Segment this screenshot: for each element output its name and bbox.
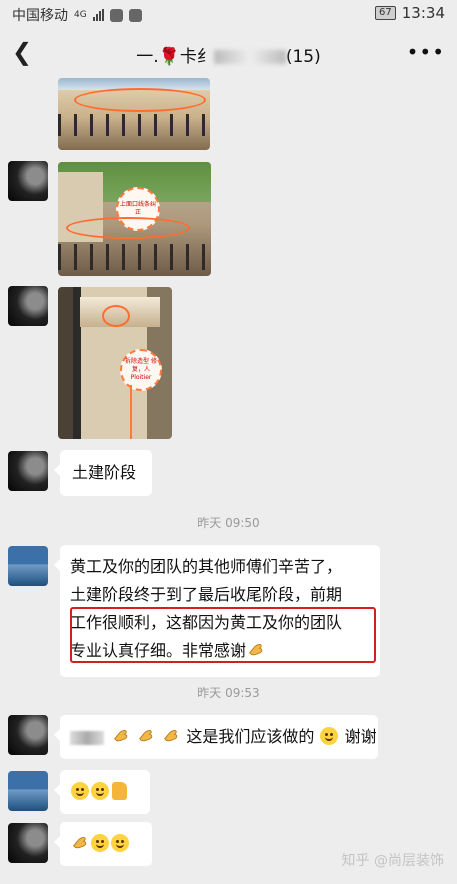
highlight-box xyxy=(70,607,376,663)
smile-emoji-icon xyxy=(71,782,89,800)
chat-title: 一.🌹卡纟 (15) xyxy=(0,42,457,67)
sender-avatar[interactable] xyxy=(8,286,48,326)
sender-avatar[interactable] xyxy=(8,161,48,201)
network-label: 4G xyxy=(74,10,87,20)
status-bar: 中国移动 4G 67 13:34 xyxy=(0,0,457,28)
status-left: 中国移动 4G xyxy=(12,5,142,25)
app-icon-1 xyxy=(109,8,123,22)
smile-emoji-icon xyxy=(320,727,339,745)
watermark: 知乎 @尚层装饰 xyxy=(341,853,444,869)
clap-emoji-icon xyxy=(162,726,180,744)
message-bubble-reply[interactable]: 这是我们应该做的 谢谢 xyxy=(54,715,378,759)
smile-emoji-icon xyxy=(91,782,109,800)
message-list[interactable]: 上面口线条纠正 拆除造型 修复，人 Ploitier 土建阶段 昨天 09:50… xyxy=(0,78,457,884)
message-bubble-emojis[interactable] xyxy=(54,770,150,814)
chat-title-bar: ❮ 一.🌹卡纟 (15) ••• xyxy=(0,28,457,78)
chat-title-count: (15) xyxy=(285,47,321,67)
message-timestamp: 昨天 09:53 xyxy=(197,686,260,700)
clap-emoji-icon xyxy=(112,726,130,744)
message-timestamp: 昨天 09:50 xyxy=(197,516,260,530)
image-annotation-2: 拆除造型 修复，人 Ploitier xyxy=(120,349,162,391)
shared-image-2[interactable]: 上面口线条纠正 xyxy=(58,162,211,276)
message-text: 这是我们应该做的 xyxy=(186,727,315,746)
more-button[interactable]: ••• xyxy=(407,40,445,64)
more-dots-icon: ••• xyxy=(406,40,445,64)
thumbs-up-emoji-icon xyxy=(112,782,127,800)
app-icon-2 xyxy=(128,8,142,22)
smile-emoji-icon xyxy=(111,834,129,852)
sender-avatar[interactable] xyxy=(8,823,48,863)
message-bubble-civil-stage[interactable]: 土建阶段 xyxy=(54,450,152,496)
battery-icon: 67 xyxy=(375,6,396,20)
sender-avatar[interactable] xyxy=(8,546,48,586)
carrier-label: 中国移动 xyxy=(12,8,68,24)
clock: 13:34 xyxy=(401,4,445,22)
status-right: 67 13:34 xyxy=(375,4,445,22)
shared-image-3[interactable]: 拆除造型 修复，人 Ploitier xyxy=(58,287,172,439)
message-line: 土建阶段终于到了最后收尾阶段，前期 xyxy=(70,585,343,604)
message-bubble-last-emojis[interactable] xyxy=(54,822,152,866)
sender-avatar[interactable] xyxy=(8,451,48,491)
chat-title-prefix: 一.🌹卡纟 xyxy=(136,47,214,67)
message-text: 土建阶段 xyxy=(72,463,137,482)
blurred-title-block xyxy=(213,50,286,64)
signal-icon xyxy=(92,9,104,21)
blurred-name-block xyxy=(70,730,104,745)
message-line: 黄工及你的团队的其他师傅们辛苦了， xyxy=(70,557,343,576)
clap-emoji-icon xyxy=(71,833,89,851)
clap-emoji-icon xyxy=(137,726,155,744)
message-text: 谢谢 xyxy=(344,727,377,746)
shared-image-1[interactable] xyxy=(58,78,210,150)
smile-emoji-icon xyxy=(91,834,109,852)
sender-avatar[interactable] xyxy=(8,715,48,755)
sender-avatar[interactable] xyxy=(8,771,48,811)
